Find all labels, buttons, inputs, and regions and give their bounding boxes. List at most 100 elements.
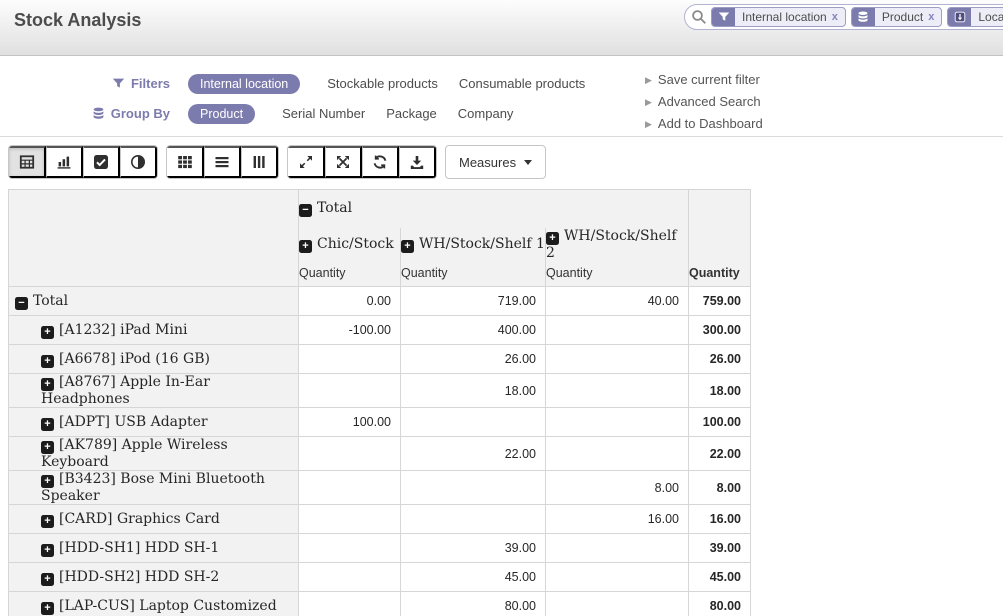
search-bar[interactable]: Internal locationxProductxLocationx	[684, 4, 1003, 30]
pivot-cell-total[interactable]: 16.00	[689, 505, 751, 534]
option-stockable-products[interactable]: Stockable products	[327, 76, 438, 91]
contrast-button[interactable]	[120, 146, 157, 178]
row-header-lap-cus-laptop-customized[interactable]: +[LAP-CUS] Laptop Customized	[9, 592, 299, 616]
expand-icon[interactable]: +	[41, 418, 54, 431]
expand-icon[interactable]: +	[41, 602, 54, 615]
expand-icon[interactable]: +	[41, 378, 54, 391]
table-button[interactable]	[9, 146, 46, 178]
row-header-card-graphics-card[interactable]: +[CARD] Graphics Card	[9, 505, 299, 534]
expand-button[interactable]	[288, 146, 325, 178]
collapse-icon[interactable]: −	[299, 204, 312, 217]
pivot-cell[interactable]: 26.00	[401, 345, 546, 374]
download-button[interactable]	[399, 146, 436, 178]
pivot-cell[interactable]	[546, 345, 689, 374]
pivot-cell[interactable]	[299, 345, 401, 374]
pivot-cell[interactable]	[546, 408, 689, 437]
action-add-to-dashboard[interactable]: ▶Add to Dashboard	[645, 113, 763, 135]
list-button[interactable]	[204, 146, 241, 178]
expand-icon[interactable]: +	[41, 573, 54, 586]
pivot-cell-total[interactable]: 759.00	[689, 287, 751, 316]
pivot-cell[interactable]	[299, 592, 401, 616]
search-facet-product[interactable]: Productx	[851, 7, 942, 27]
expand-icon[interactable]: +	[401, 240, 414, 253]
pivot-cell-total[interactable]: 45.00	[689, 563, 751, 592]
grid-button[interactable]	[167, 146, 204, 178]
pivot-cell-total[interactable]: 26.00	[689, 345, 751, 374]
pivot-cell[interactable]	[299, 437, 401, 471]
pivot-cell-total[interactable]: 22.00	[689, 437, 751, 471]
pivot-cell[interactable]	[299, 505, 401, 534]
option-package[interactable]: Package	[386, 106, 437, 121]
pivot-cell[interactable]: 22.00	[401, 437, 546, 471]
pivot-cell[interactable]	[546, 534, 689, 563]
collapse-icon[interactable]: −	[15, 297, 28, 310]
row-header-ak789-apple-wireless-keyboard[interactable]: +[AK789] Apple Wireless Keyboard	[9, 437, 299, 471]
option-consumable-products[interactable]: Consumable products	[459, 76, 585, 91]
row-header-b3423-bose-mini-bluetooth-speaker[interactable]: +[B3423] Bose Mini Bluetooth Speaker	[9, 471, 299, 505]
pivot-col-total-header[interactable]: −Total	[299, 190, 689, 228]
pivot-cell[interactable]	[546, 316, 689, 345]
row-header-total[interactable]: −Total	[9, 287, 299, 316]
pivot-cell[interactable]: 719.00	[401, 287, 546, 316]
pivot-cell-total[interactable]: 18.00	[689, 374, 751, 408]
pivot-cell[interactable]	[299, 374, 401, 408]
pivot-cell[interactable]: 80.00	[401, 592, 546, 616]
row-header-hdd-sh1-hdd-sh-1[interactable]: +[HDD-SH1] HDD SH-1	[9, 534, 299, 563]
expand-icon[interactable]: +	[299, 240, 312, 253]
expand-icon[interactable]: +	[41, 326, 54, 339]
expand-icon[interactable]: +	[41, 355, 54, 368]
pivot-col-wh-stock-shelf-1[interactable]: +WH/Stock/Shelf 1	[401, 228, 546, 261]
facet-remove-icon[interactable]: x	[928, 11, 934, 23]
pivot-cell[interactable]: 39.00	[401, 534, 546, 563]
search-facet-location[interactable]: Locationx	[947, 7, 1003, 27]
measures-button[interactable]: Measures	[445, 145, 546, 179]
pivot-cell-total[interactable]: 80.00	[689, 592, 751, 616]
row-header-a6678-ipod-16-gb[interactable]: +[A6678] iPod (16 GB)	[9, 345, 299, 374]
pivot-col-wh-stock-shelf-2[interactable]: +WH/Stock/Shelf 2	[546, 228, 689, 261]
pivot-cell[interactable]: 100.00	[299, 408, 401, 437]
check-square-button[interactable]	[83, 146, 120, 178]
pivot-cell[interactable]	[299, 534, 401, 563]
pivot-cell[interactable]: 40.00	[546, 287, 689, 316]
pivot-cell[interactable]: 400.00	[401, 316, 546, 345]
row-header-hdd-sh2-hdd-sh-2[interactable]: +[HDD-SH2] HDD SH-2	[9, 563, 299, 592]
action-save-current-filter[interactable]: ▶Save current filter	[645, 69, 763, 91]
pivot-cell-total[interactable]: 300.00	[689, 316, 751, 345]
search-facet-internal-location[interactable]: Internal locationx	[711, 7, 846, 27]
group-by-toggle[interactable]: Group By	[0, 106, 170, 121]
pivot-cell[interactable]	[546, 437, 689, 471]
selected-product[interactable]: Product	[188, 104, 255, 124]
pivot-cell[interactable]: -100.00	[299, 316, 401, 345]
pivot-cell[interactable]: 45.00	[401, 563, 546, 592]
pivot-cell[interactable]: 0.00	[299, 287, 401, 316]
pivot-cell-total[interactable]: 39.00	[689, 534, 751, 563]
option-company[interactable]: Company	[458, 106, 514, 121]
pivot-cell[interactable]	[401, 408, 546, 437]
pivot-cell[interactable]	[401, 505, 546, 534]
filters-toggle[interactable]: Filters	[0, 76, 170, 91]
facet-remove-icon[interactable]: x	[832, 11, 838, 23]
pivot-cell[interactable]	[401, 471, 546, 505]
expand-icon[interactable]: +	[41, 515, 54, 528]
pivot-cell[interactable]: 8.00	[546, 471, 689, 505]
pivot-cell-total[interactable]: 8.00	[689, 471, 751, 505]
row-header-a8767-apple-in-ear-headphones[interactable]: +[A8767] Apple In-Ear Headphones	[9, 374, 299, 408]
expand-icon[interactable]: +	[546, 232, 559, 245]
action-advanced-search[interactable]: ▶Advanced Search	[645, 91, 763, 113]
expand-icon[interactable]: +	[41, 544, 54, 557]
columns-button[interactable]	[241, 146, 278, 178]
pivot-cell-total[interactable]: 100.00	[689, 408, 751, 437]
arrows-button[interactable]	[325, 146, 362, 178]
pivot-cell[interactable]	[299, 563, 401, 592]
expand-icon[interactable]: +	[41, 441, 54, 454]
row-header-a1232-ipad-mini[interactable]: +[A1232] iPad Mini	[9, 316, 299, 345]
bar-chart-button[interactable]	[46, 146, 83, 178]
refresh-button[interactable]	[362, 146, 399, 178]
row-header-adpt-usb-adapter[interactable]: +[ADPT] USB Adapter	[9, 408, 299, 437]
pivot-cell[interactable]: 16.00	[546, 505, 689, 534]
expand-icon[interactable]: +	[41, 475, 54, 488]
pivot-cell[interactable]: 18.00	[401, 374, 546, 408]
pivot-cell[interactable]	[299, 471, 401, 505]
pivot-cell[interactable]	[546, 592, 689, 616]
option-serial-number[interactable]: Serial Number	[282, 106, 365, 121]
